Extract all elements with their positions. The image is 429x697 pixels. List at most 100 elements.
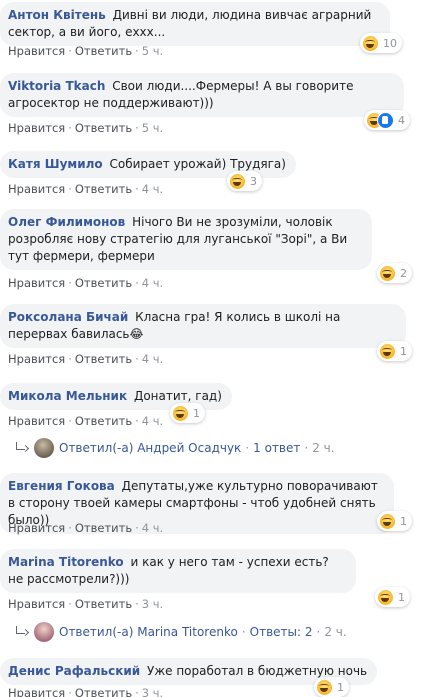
reaction-summary[interactable]: 4: [364, 110, 410, 130]
comment-actions: Нравится · Ответить · 3 ч.: [8, 597, 163, 611]
reaction-summary[interactable]: 3: [227, 171, 262, 191]
comment-time[interactable]: 4 ч.: [142, 182, 163, 196]
like-link[interactable]: Нравится: [8, 686, 65, 697]
comment-actions: Нравится · Ответить · 4 ч.: [8, 414, 163, 428]
separator: ·: [135, 521, 139, 535]
separator: ·: [68, 352, 72, 366]
like-link[interactable]: Нравится: [8, 521, 65, 535]
reply-link[interactable]: Ответить: [75, 276, 132, 290]
comment-author[interactable]: Денис Рафальский: [8, 664, 140, 678]
separator: ·: [135, 686, 139, 697]
reaction-count: 3: [250, 174, 257, 188]
separator: ·: [135, 414, 139, 428]
comment: Viktoria Tkach Свои люди....Фермеры! А в…: [0, 73, 404, 117]
comment-author[interactable]: Олег Филимонов: [8, 215, 125, 229]
reply-link[interactable]: Ответить: [75, 414, 132, 428]
reply-time: 2 ч.: [324, 625, 347, 639]
comment-time[interactable]: 4 ч.: [142, 352, 163, 366]
reaction-count: 1: [398, 590, 405, 604]
haha-icon: [172, 404, 189, 422]
separator: ·: [68, 121, 72, 135]
comment-author[interactable]: Катя Шумило: [8, 157, 103, 171]
comment-actions: Нравится · Ответить · 5 ч.: [8, 44, 163, 58]
comment-time[interactable]: 3 ч.: [142, 597, 163, 611]
reply-count[interactable]: Ответы: 2: [250, 625, 313, 639]
reaction-summary[interactable]: 1: [377, 511, 412, 531]
haha-icon: [362, 34, 379, 52]
separator: ·: [135, 597, 139, 611]
reply-arrow-icon: [14, 626, 28, 638]
comment-time[interactable]: 4 ч.: [142, 521, 163, 535]
separator: ·: [316, 625, 321, 639]
haha-icon: [379, 264, 396, 282]
reply-arrow-icon: [14, 442, 28, 454]
replied-by[interactable]: Ответил(-а) Андрей Осадчук: [59, 441, 241, 455]
comment-time[interactable]: 4 ч.: [142, 414, 163, 428]
comment-time[interactable]: 5 ч.: [142, 121, 163, 135]
haha-icon: [379, 342, 396, 360]
like-link[interactable]: Нравится: [8, 182, 65, 196]
separator: ·: [135, 44, 139, 58]
like-link[interactable]: Нравится: [8, 597, 65, 611]
separator: ·: [245, 441, 250, 455]
reaction-count: 1: [400, 344, 407, 358]
comment-actions: Нравится · Ответить · 4 ч.: [8, 352, 163, 366]
separator: ·: [68, 597, 72, 611]
reaction-count: 4: [398, 113, 405, 127]
reaction-summary[interactable]: 10: [360, 33, 402, 53]
reply-link[interactable]: Ответить: [75, 121, 132, 135]
separator: ·: [304, 441, 309, 455]
comment-time[interactable]: 3 ч.: [142, 686, 163, 697]
comment-time[interactable]: 4 ч.: [142, 276, 163, 290]
separator: ·: [68, 414, 72, 428]
reply-link[interactable]: Ответить: [75, 597, 132, 611]
separator: ·: [68, 276, 72, 290]
reply-count[interactable]: 1 ответ: [253, 441, 300, 455]
reply-link[interactable]: Ответить: [75, 182, 132, 196]
comment-actions: Нравится · Ответить · 3 ч.: [8, 686, 163, 697]
comment-bubble: Олег Филимонов Нічого Ви не зрозуміли, ч…: [0, 209, 372, 270]
reaction-summary[interactable]: 1: [314, 677, 349, 697]
reply-link[interactable]: Ответить: [75, 686, 132, 697]
comment-actions: Нравится · Ответить · 4 ч.: [8, 182, 163, 196]
replied-by[interactable]: Ответил(-а) Marina Titorenko: [59, 625, 238, 639]
comment-bubble: Роксолана Бичай Класна гра! Я колись в ш…: [0, 304, 406, 348]
like-link[interactable]: Нравится: [8, 44, 65, 58]
reaction-count: 10: [383, 36, 397, 50]
like-link[interactable]: Нравится: [8, 276, 65, 290]
separator: ·: [68, 44, 72, 58]
comment-time[interactable]: 5 ч.: [142, 44, 163, 58]
reaction-count: 1: [193, 406, 200, 420]
separator: ·: [68, 182, 72, 196]
comment-author[interactable]: Marina Titorenko: [8, 555, 124, 569]
comment: Олег Филимонов Нічого Ви не зрозуміли, ч…: [0, 209, 372, 270]
avatar: [34, 622, 54, 642]
separator: ·: [68, 521, 72, 535]
comment-author[interactable]: Антон Квітень: [8, 8, 106, 22]
reply-link[interactable]: Ответить: [75, 352, 132, 366]
reply-link[interactable]: Ответить: [75, 44, 132, 58]
like-link[interactable]: Нравится: [8, 121, 65, 135]
like-link[interactable]: Нравится: [8, 352, 65, 366]
reply-link[interactable]: Ответить: [75, 521, 132, 535]
comment-author[interactable]: Микола Мельник: [8, 389, 127, 403]
reaction-summary[interactable]: 1: [377, 341, 412, 361]
comment-author[interactable]: Евгения Гокова: [8, 479, 115, 493]
reaction-count: 2: [400, 266, 407, 280]
comment: Антон Квітень Дивні ви люди, людина вивч…: [0, 2, 390, 46]
reaction-summary[interactable]: 1: [170, 403, 205, 423]
reaction-count: 1: [400, 514, 407, 528]
separator: ·: [135, 352, 139, 366]
reaction-summary[interactable]: 1: [375, 587, 410, 607]
comment-bubble: Marina Titorenko и как у него там - успе…: [0, 549, 356, 593]
reaction-summary[interactable]: 2: [377, 263, 412, 283]
comment-author[interactable]: Viktoria Tkach: [8, 79, 105, 93]
comment-text: Уже поработал в бюджетную ночь: [147, 664, 368, 678]
comment-author[interactable]: Роксолана Бичай: [8, 310, 128, 324]
comment-actions: Нравится · Ответить · 4 ч.: [8, 521, 163, 535]
comment-actions: Нравится · Ответить · 4 ч.: [8, 276, 163, 290]
view-replies-link[interactable]: Ответил(-а) Marina Titorenko · Ответы: 2…: [14, 622, 347, 642]
like-link[interactable]: Нравится: [8, 414, 65, 428]
view-replies-link[interactable]: Ответил(-а) Андрей Осадчук · 1 ответ · 2…: [14, 438, 335, 458]
comment-bubble: Антон Квітень Дивні ви люди, людина вивч…: [0, 2, 390, 46]
